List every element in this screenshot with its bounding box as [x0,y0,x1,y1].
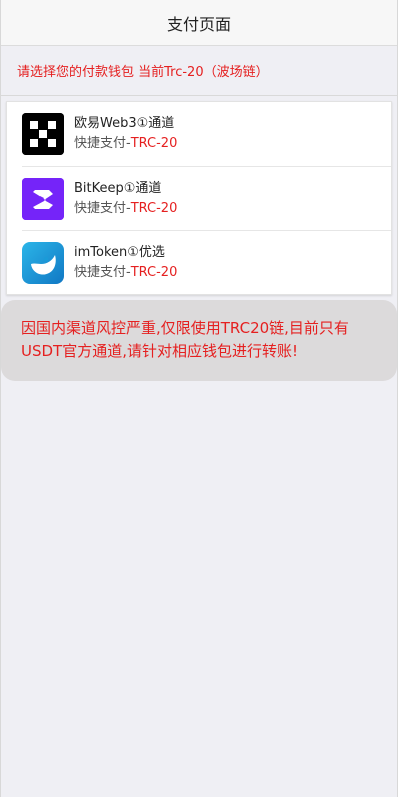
wallet-name: imToken①优选 [74,244,165,260]
wallet-sub-prefix: 快捷支付- [74,264,131,280]
imtoken-icon [22,241,64,284]
header-bar: 支付页面 [1,0,397,46]
wallet-list: 欧易Web3①通道 快捷支付-TRC-20 BitKeep①通道 快捷支付-TR… [6,101,392,295]
wallet-sub-prefix: 快捷支付- [74,136,131,151]
wallet-text: 欧易Web3①通道 快捷支付-TRC-20 [74,114,177,154]
wallet-subtitle: 快捷支付-TRC-20 [74,199,177,219]
okx-icon [22,113,64,155]
wallet-name: BitKeep①通道 [74,180,162,196]
wallet-network: TRC-20 [130,200,178,216]
wallet-subtitle: 快捷支付-TRC-20 [74,263,177,283]
risk-warning: 因国内渠道风控严重,仅限使用TRC20链,目前只有USDT官方通道,请针对相应钱… [1,300,397,381]
wallet-text: BitKeep①通道 快捷支付-TRC-20 [74,179,177,219]
page-title: 支付页面 [166,14,231,34]
wallet-network: TRC-20 [130,264,178,280]
wallet-item-imtoken[interactable]: imToken①优选 快捷支付-TRC-20 [22,230,391,294]
wallet-notice-text: 请选择您的付款钱包 当前Trc-20（波场链） [17,65,269,80]
risk-warning-text: 因国内渠道风控严重,仅限使用TRC20链,目前只有USDT官方通道,请针对相应钱… [21,319,349,360]
wallet-item-okx[interactable]: 欧易Web3①通道 快捷支付-TRC-20 [7,102,391,166]
wallet-name: 欧易Web3①通道 [74,116,175,131]
wallet-text: imToken①优选 快捷支付-TRC-20 [74,243,177,283]
payment-page: 支付页面 请选择您的付款钱包 当前Trc-20（波场链） 欧易Web3①通道 快… [0,0,398,797]
wallet-notice: 请选择您的付款钱包 当前Trc-20（波场链） [1,46,397,96]
wallet-network: TRC-20 [130,136,178,151]
bitkeep-icon [22,177,64,220]
wallet-sub-prefix: 快捷支付- [74,200,131,216]
wallet-item-bitkeep[interactable]: BitKeep①通道 快捷支付-TRC-20 [22,166,391,230]
wallet-subtitle: 快捷支付-TRC-20 [74,134,177,154]
